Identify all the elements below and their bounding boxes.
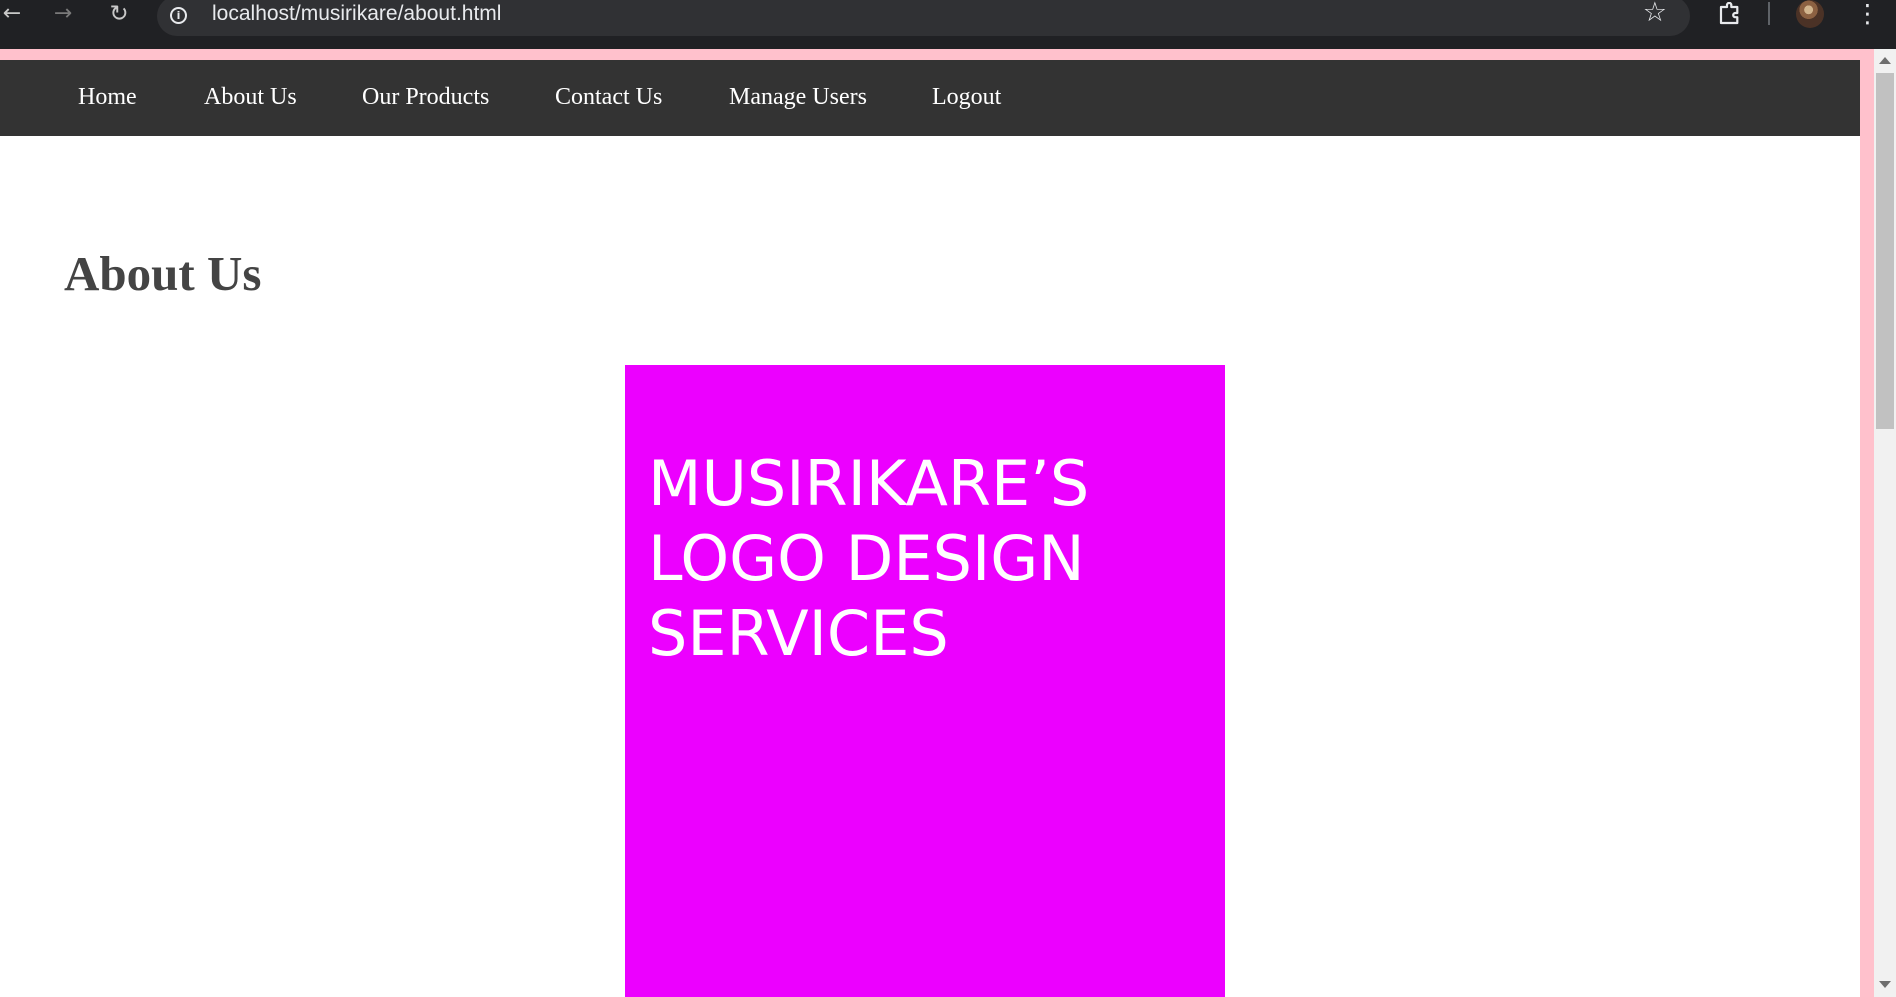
page-title: About Us — [64, 246, 262, 301]
nav-contact-us-link[interactable]: Contact Us — [555, 81, 662, 113]
logo-card-line: SERVICES — [648, 597, 949, 670]
reload-icon[interactable]: ↻ — [104, 0, 134, 28]
star-icon[interactable]: ☆ — [1643, 0, 1667, 27]
puzzle-icon[interactable] — [1717, 2, 1742, 26]
arrow-left-icon[interactable]: ← — [0, 0, 24, 28]
page-top-border — [0, 49, 1874, 60]
more-vertical-icon[interactable]: ⋮ — [1855, 0, 1880, 28]
scroll-up-icon[interactable] — [1879, 57, 1891, 64]
vertical-scrollbar[interactable] — [1874, 49, 1896, 997]
info-icon[interactable]: i — [170, 7, 187, 24]
page-right-border — [1860, 49, 1874, 997]
logo-card-line: MUSIRIKARE’S — [648, 447, 1090, 520]
site-navigation: Home About Us Our Products Contact Us Ma… — [0, 60, 1860, 136]
logo-card-line: LOGO DESIGN — [648, 522, 1085, 595]
nav-logout-link[interactable]: Logout — [932, 81, 1001, 113]
address-bar[interactable]: i localhost/musirikare/about.html ☆ — [157, 0, 1690, 36]
toolbar-divider — [1768, 2, 1770, 25]
scrollbar-thumb[interactable] — [1876, 73, 1894, 429]
logo-design-services-card: MUSIRIKARE’S LOGO DESIGN SERVICES — [625, 365, 1225, 997]
address-url[interactable]: localhost/musirikare/about.html — [212, 0, 501, 28]
logo-card-text: MUSIRIKARE’S LOGO DESIGN SERVICES — [648, 446, 1168, 671]
nav-our-products-link[interactable]: Our Products — [362, 81, 489, 113]
nav-manage-users-link[interactable]: Manage Users — [729, 81, 867, 113]
browser-toolbar: ← → ↻ i localhost/musirikare/about.html … — [0, 0, 1896, 49]
arrow-right-icon[interactable]: → — [48, 0, 78, 28]
nav-about-us-link[interactable]: About Us — [204, 81, 297, 113]
scroll-down-icon[interactable] — [1879, 981, 1891, 988]
nav-home-link[interactable]: Home — [78, 81, 137, 113]
page-viewport: Home About Us Our Products Contact Us Ma… — [0, 49, 1896, 997]
avatar[interactable] — [1796, 0, 1824, 28]
browser-window: ← → ↻ i localhost/musirikare/about.html … — [0, 0, 1896, 997]
